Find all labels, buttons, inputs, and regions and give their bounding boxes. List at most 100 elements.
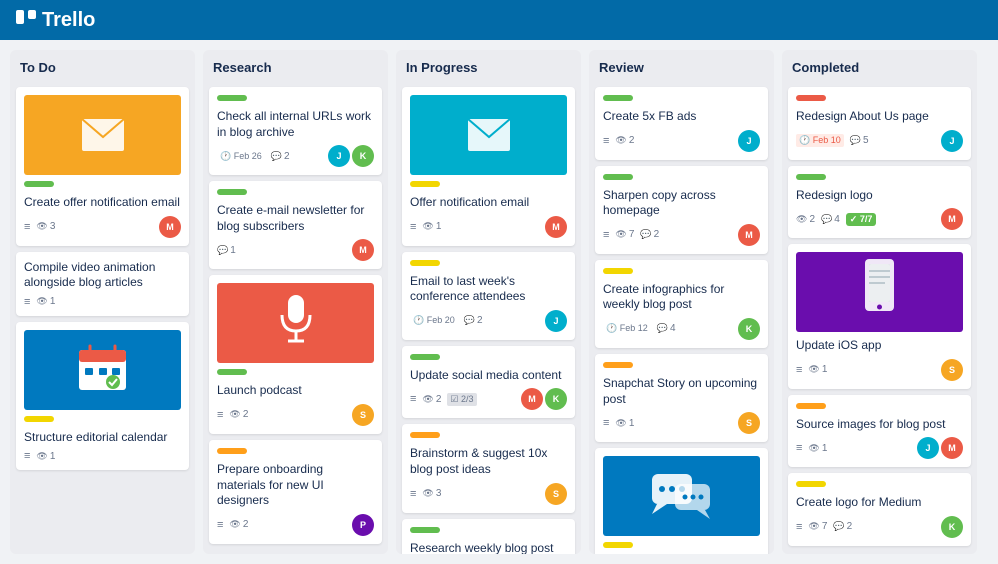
avatar-row: MK: [521, 388, 567, 410]
list-meta: ≡: [796, 442, 802, 454]
trello-logo: Trello: [14, 8, 95, 32]
avatar-row: K: [738, 318, 760, 340]
card[interactable]: Create 5x FB ads≡👁2J: [595, 87, 768, 160]
card-title: Redesign logo: [796, 188, 963, 204]
card-label: [796, 403, 826, 409]
card-meta: 💬1M: [217, 239, 374, 261]
card-label: [24, 416, 54, 422]
column-review: ReviewCreate 5x FB ads≡👁2JSharpen copy a…: [589, 50, 774, 554]
watch-meta: 👁7: [615, 229, 634, 240]
list-meta: ≡: [24, 296, 30, 308]
column-title-completed: Completed: [788, 58, 971, 81]
card-title: Snapchat Story on upcoming post: [603, 376, 760, 407]
card-meta: ≡👁1S: [603, 412, 760, 434]
card[interactable]: Create offer notification email≡👁3M: [16, 87, 189, 246]
list-meta: ≡: [796, 521, 802, 533]
card-title: Check all internal URLs work in blog arc…: [217, 109, 374, 140]
avatar: J: [941, 130, 963, 152]
card[interactable]: Update iOS app≡👁1S: [788, 244, 971, 389]
card[interactable]: Snapchat Story on upcoming post ≡👁1S: [595, 354, 768, 442]
avatar: K: [738, 318, 760, 340]
list-meta: ≡: [603, 229, 609, 241]
card-image-phone: [796, 252, 963, 332]
card-title: Research weekly blog post and suggest im…: [410, 541, 567, 554]
card-label: [603, 362, 633, 368]
card-title: Create e-mail newsletter for blog subscr…: [217, 203, 374, 234]
column-title-todo: To Do: [16, 58, 189, 81]
watch-meta: 👁3: [36, 221, 55, 232]
list-meta: ≡: [796, 364, 802, 376]
card-title: Create offer notification email: [24, 195, 181, 211]
card[interactable]: Sharpen copy across homepage≡👁7💬2M: [595, 166, 768, 254]
card-meta: ≡👁7💬2M: [603, 224, 760, 246]
card[interactable]: Launch podcast ≡👁2S: [209, 275, 382, 434]
column-todo: To Do Create offer notification email ≡ 👁3…: [10, 50, 195, 554]
card-image-email-teal: [410, 95, 567, 175]
card-title: Launch podcast: [217, 383, 374, 399]
card-meta: ≡👁7💬2K: [796, 516, 963, 538]
card[interactable]: Brainstorm & suggest 10x blog post ideas…: [402, 424, 575, 512]
card[interactable]: Prompt comments on blog posts≡👁1P: [595, 448, 768, 554]
card[interactable]: Research weekly blog post and suggest im…: [402, 519, 575, 554]
card-title: Prepare onboarding materials for new UI …: [217, 462, 374, 509]
list-meta: ≡: [24, 450, 30, 462]
logo-text: Trello: [42, 9, 95, 32]
avatar: K: [941, 516, 963, 538]
card[interactable]: Create e-mail newsletter for blog subscr…: [209, 181, 382, 269]
card[interactable]: Check all internal URLs work in blog arc…: [209, 87, 382, 175]
card[interactable]: Create logo for Medium ≡👁7💬2K: [788, 473, 971, 546]
card-title: Brainstorm & suggest 10x blog post ideas: [410, 446, 567, 477]
avatar-row: S: [545, 483, 567, 505]
card-label: [410, 354, 440, 360]
card[interactable]: Source images for blog post ≡👁1JM: [788, 395, 971, 468]
card[interactable]: Structure editorial calendar ≡ 👁1: [16, 322, 189, 471]
card-title: Create infographics for weekly blog post: [603, 282, 760, 313]
avatar: M: [352, 239, 374, 261]
column-research: ResearchCheck all internal URLs work in …: [203, 50, 388, 554]
card-label: [410, 527, 440, 533]
card-meta: ≡👁1JM: [796, 437, 963, 459]
watch-meta: 👁3: [422, 488, 441, 499]
card-label: [796, 481, 826, 487]
card-title: Structure editorial calendar: [24, 430, 181, 446]
avatar-row: M: [159, 216, 181, 238]
card[interactable]: Compile video animation alongside blog a…: [16, 252, 189, 316]
avatar-row: P: [352, 514, 374, 536]
card[interactable]: Create infographics for weekly blog post…: [595, 260, 768, 348]
watch-meta: 👁1: [422, 221, 441, 232]
avatar-row: J: [941, 130, 963, 152]
card-label: [603, 174, 633, 180]
avatar-row: M: [352, 239, 374, 261]
card-title: Source images for blog post: [796, 417, 963, 433]
avatar-row: M: [545, 216, 567, 238]
card-label: [603, 542, 633, 548]
card-meta: ≡👁2S: [217, 404, 374, 426]
card[interactable]: Email to last week's conference attendee…: [402, 252, 575, 340]
clock-meta: 🕐 Feb 12: [603, 322, 651, 335]
watch-meta: 👁1: [36, 451, 55, 462]
avatar: K: [352, 145, 374, 167]
card[interactable]: Redesign logo👁2💬4✓ 7/7M: [788, 166, 971, 239]
card[interactable]: Prepare onboarding materials for new UI …: [209, 440, 382, 544]
card-title: Create logo for Medium: [796, 495, 963, 511]
card[interactable]: Offer notification email≡👁1M: [402, 87, 575, 246]
watch-meta: 👁1: [36, 296, 55, 307]
trello-icon: [14, 8, 38, 32]
avatar-row: J: [545, 310, 567, 332]
avatar-row: JM: [917, 437, 963, 459]
card[interactable]: Redesign About Us page🕐 Feb 10💬5J: [788, 87, 971, 160]
avatar-row: JK: [328, 145, 374, 167]
card-title: Update social media content: [410, 368, 567, 384]
card-meta: 🕐 Feb 12💬4K: [603, 318, 760, 340]
card-meta: ≡👁1M: [410, 216, 567, 238]
card-label: [796, 174, 826, 180]
card-title: Offer notification email: [410, 195, 567, 211]
card[interactable]: Update social media content≡👁2☑ 2/3MK: [402, 346, 575, 419]
list-meta: ≡: [603, 135, 609, 147]
card-label: [217, 95, 247, 101]
avatar: P: [352, 514, 374, 536]
watch-meta: 👁1: [615, 418, 634, 429]
column-completed: Completed Redesign About Us page🕐 Feb 10💬…: [782, 50, 977, 554]
watch-meta: 👁2: [422, 394, 441, 405]
card-label: [603, 95, 633, 101]
